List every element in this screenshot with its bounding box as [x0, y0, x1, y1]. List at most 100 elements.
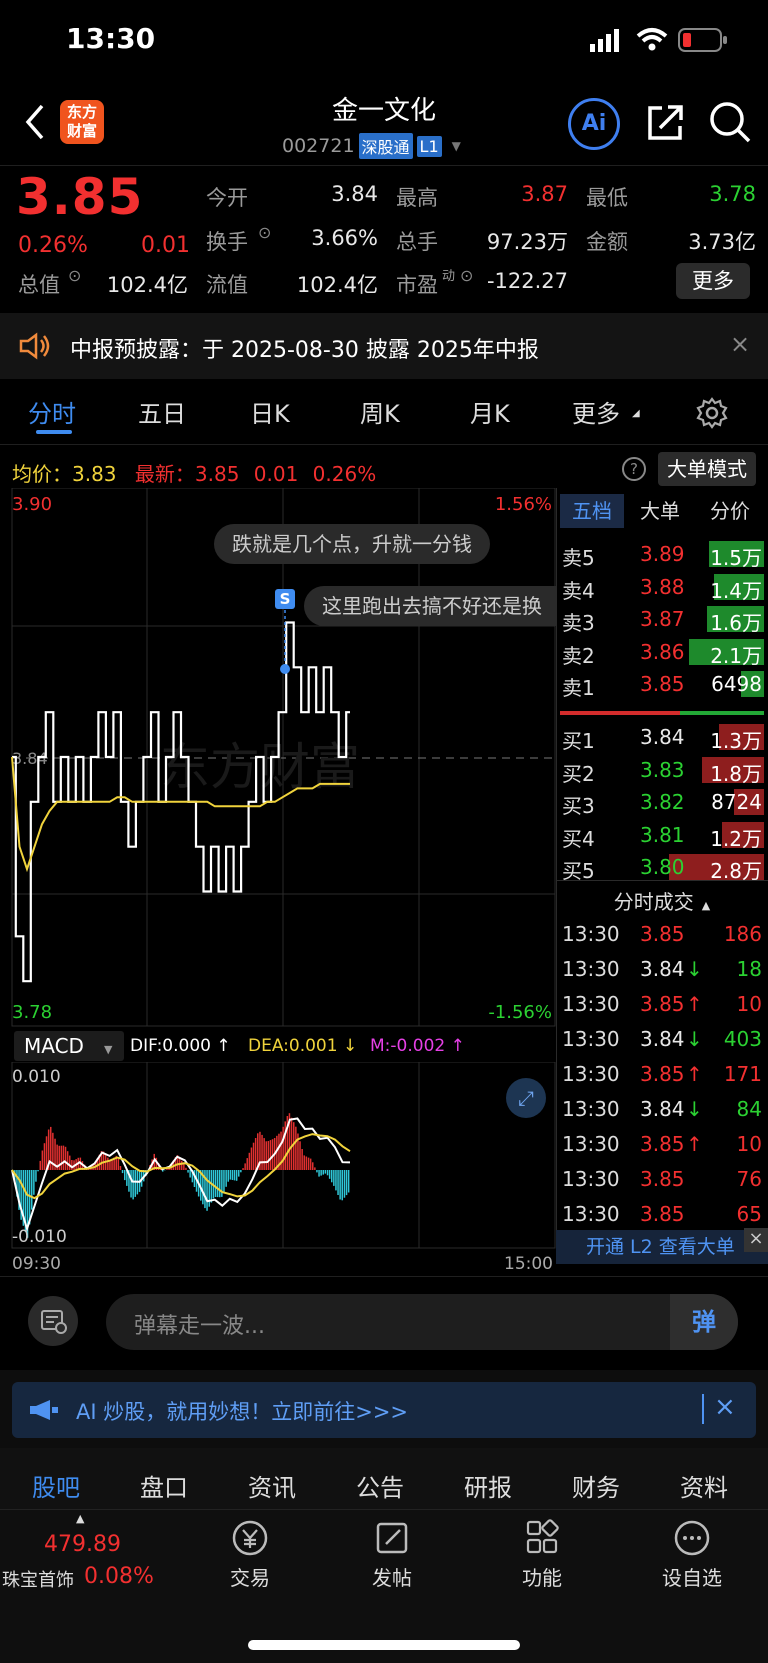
bottom-tab-0[interactable]: 股吧 [32, 1468, 80, 1503]
ask-label: 卖2 [562, 643, 595, 668]
macd-bar [254, 1138, 257, 1170]
help-icon[interactable]: ? [622, 457, 646, 481]
macd-bar [71, 1160, 73, 1170]
ask-level-row[interactable]: 卖4 3.88 1.4万 [556, 571, 768, 604]
function-button[interactable]: 功能 [502, 1518, 582, 1591]
bid-level-row[interactable]: 买5 3.80 2.8万 [556, 851, 768, 884]
share-icon[interactable] [644, 102, 686, 144]
index-value[interactable]: 479.89 [44, 1532, 121, 1557]
latest-label: 最新： [134, 462, 195, 486]
macd-bar [235, 1170, 238, 1181]
ad-banner[interactable]: AI 炒股，就用妙想！立即前往>>> × [12, 1382, 756, 1438]
tick-volume: 76 [736, 1167, 762, 1191]
mcap-label: 总值 [18, 273, 60, 297]
macd-bar [187, 1170, 189, 1173]
tick-row: 13:30 3.85 76 [556, 1163, 768, 1198]
bottom-tab-1[interactable]: 盘口 [140, 1468, 188, 1503]
pe-sup: 动 [442, 269, 456, 284]
tick-row: 13:30 3.85 ↑ 10 [556, 988, 768, 1023]
ad-close-icon[interactable]: × [714, 1392, 736, 1422]
big-order-mode-button[interactable]: 大单模式 [658, 452, 756, 486]
ask-level-row[interactable]: 卖2 3.86 2.1万 [556, 636, 768, 669]
more-button[interactable]: 更多 [676, 263, 750, 299]
l2-close-icon[interactable]: × [744, 1228, 768, 1252]
tick-price: 3.84 [640, 957, 685, 981]
arrow-down-icon: ↓ [686, 1027, 703, 1051]
bottom-tab-3[interactable]: 公告 [356, 1468, 404, 1503]
turnover-value: 3.66% [311, 226, 378, 250]
settings-gear-icon[interactable] [696, 397, 728, 429]
bottom-tab-2[interactable]: 资讯 [248, 1468, 296, 1503]
tab-monthly-k[interactable]: 月K [470, 394, 510, 429]
macd-bar [219, 1170, 221, 1198]
macd-bar [43, 1143, 46, 1170]
close-icon[interactable]: × [730, 330, 750, 358]
macd-bar [107, 1157, 109, 1170]
ob-tab-big-orders[interactable]: 大单 [628, 494, 692, 528]
danmaku-toggle-icon[interactable] [28, 1296, 78, 1346]
tab-weekly-k[interactable]: 周K [360, 394, 400, 429]
info-icon[interactable]: ⊙ [460, 266, 473, 285]
ask-level-row[interactable]: 卖5 3.89 1.5万 [556, 538, 768, 571]
bullet-comment-1[interactable]: 跌就是几个点，升就一分钱 [214, 524, 490, 564]
ob-tab-price-dist[interactable]: 分价 [698, 494, 762, 528]
back-icon[interactable] [24, 104, 46, 140]
macd-selector[interactable]: MACD ▼ [14, 1031, 124, 1061]
expand-chart-icon[interactable]: ⤢ [506, 1078, 546, 1118]
arrow-down-icon: ↓ [686, 1097, 703, 1121]
add-watchlist-button[interactable]: 设自选 [652, 1518, 732, 1591]
pe-value: -122.27 [486, 269, 568, 293]
notice-text[interactable]: 中报预披露：于 2025-08-30 披露 2025年中报 [70, 332, 539, 364]
tab-5day[interactable]: 五日 [138, 394, 186, 429]
tick-volume: 186 [723, 922, 762, 946]
macd-bar [33, 1170, 35, 1195]
l2-banner[interactable]: 开通 L2 查看大单 [556, 1230, 768, 1264]
bid-level-row[interactable]: 买4 3.81 1.2万 [556, 819, 768, 852]
arrow-up-icon: ↑ [686, 1132, 703, 1156]
bottom-tab-6[interactable]: 资料 [680, 1468, 728, 1503]
trade-button[interactable]: 交易 [210, 1518, 290, 1591]
open-value: 3.84 [331, 182, 378, 206]
change-pct: 0.26% [18, 233, 88, 258]
intraday-price-chart[interactable]: 东方财富 3.90 3.78 1.56% -1.56% 3.84 [0, 488, 556, 1028]
bottom-tab-4[interactable]: 研报 [464, 1468, 512, 1503]
up-arrow-icon: ▲ [76, 1512, 85, 1525]
danmaku-input[interactable]: 弹幕走一波... 弹 [106, 1294, 738, 1350]
tab-more[interactable]: 更多 [572, 394, 620, 429]
ask-price: 3.87 [640, 607, 685, 631]
pe-label: 市盈 [396, 273, 438, 297]
ask-level-row[interactable]: 卖1 3.85 6498 [556, 668, 768, 701]
bottom-tab-5[interactable]: 财务 [572, 1468, 620, 1503]
megaphone-icon [30, 1400, 58, 1420]
tick-volume: 10 [736, 1132, 762, 1156]
ask-price: 3.88 [640, 574, 685, 599]
macd-bar [309, 1158, 312, 1170]
info-icon[interactable]: ⊙ [68, 266, 81, 285]
ticks-title[interactable]: 分时成交 ▲ [556, 886, 768, 915]
s-marker[interactable]: S [275, 589, 295, 609]
bid-level-row[interactable]: 买2 3.83 1.8万 [556, 754, 768, 787]
ai-button[interactable]: Ai [568, 98, 620, 150]
stock-code-row[interactable]: 002721 深股通 L1 ▼ [282, 133, 461, 159]
macd-bar [326, 1170, 329, 1176]
avg-value: 3.83 [72, 462, 117, 486]
ask-level-row[interactable]: 卖3 3.87 1.6万 [556, 603, 768, 636]
amount-label: 金额 [586, 230, 628, 254]
macd-chart: 0.010 -0.010 [11, 1062, 556, 1249]
latest-pct: 0.26% [312, 462, 377, 486]
bullet-comment-2[interactable]: 这里跑出去搞不好还是换 [304, 586, 556, 626]
tick-time: 13:30 [562, 957, 620, 981]
tick-volume: 171 [723, 1062, 762, 1086]
index-pct: 0.08% [84, 1564, 154, 1589]
info-icon[interactable]: ⊙ [258, 223, 271, 242]
ob-tab-five-levels[interactable]: 五档 [560, 494, 624, 528]
bid-level-row[interactable]: 买1 3.84 1.3万 [556, 721, 768, 754]
bid-level-row[interactable]: 买3 3.82 8724 [556, 786, 768, 819]
search-icon[interactable] [708, 100, 752, 144]
send-danmaku-button[interactable]: 弹 [670, 1294, 738, 1350]
macd-bar [339, 1170, 341, 1200]
post-button[interactable]: 发帖 [352, 1518, 432, 1591]
tab-daily-k[interactable]: 日K [250, 394, 290, 429]
tab-intraday[interactable]: 分时 [28, 394, 76, 429]
macd-bar [41, 1150, 44, 1170]
